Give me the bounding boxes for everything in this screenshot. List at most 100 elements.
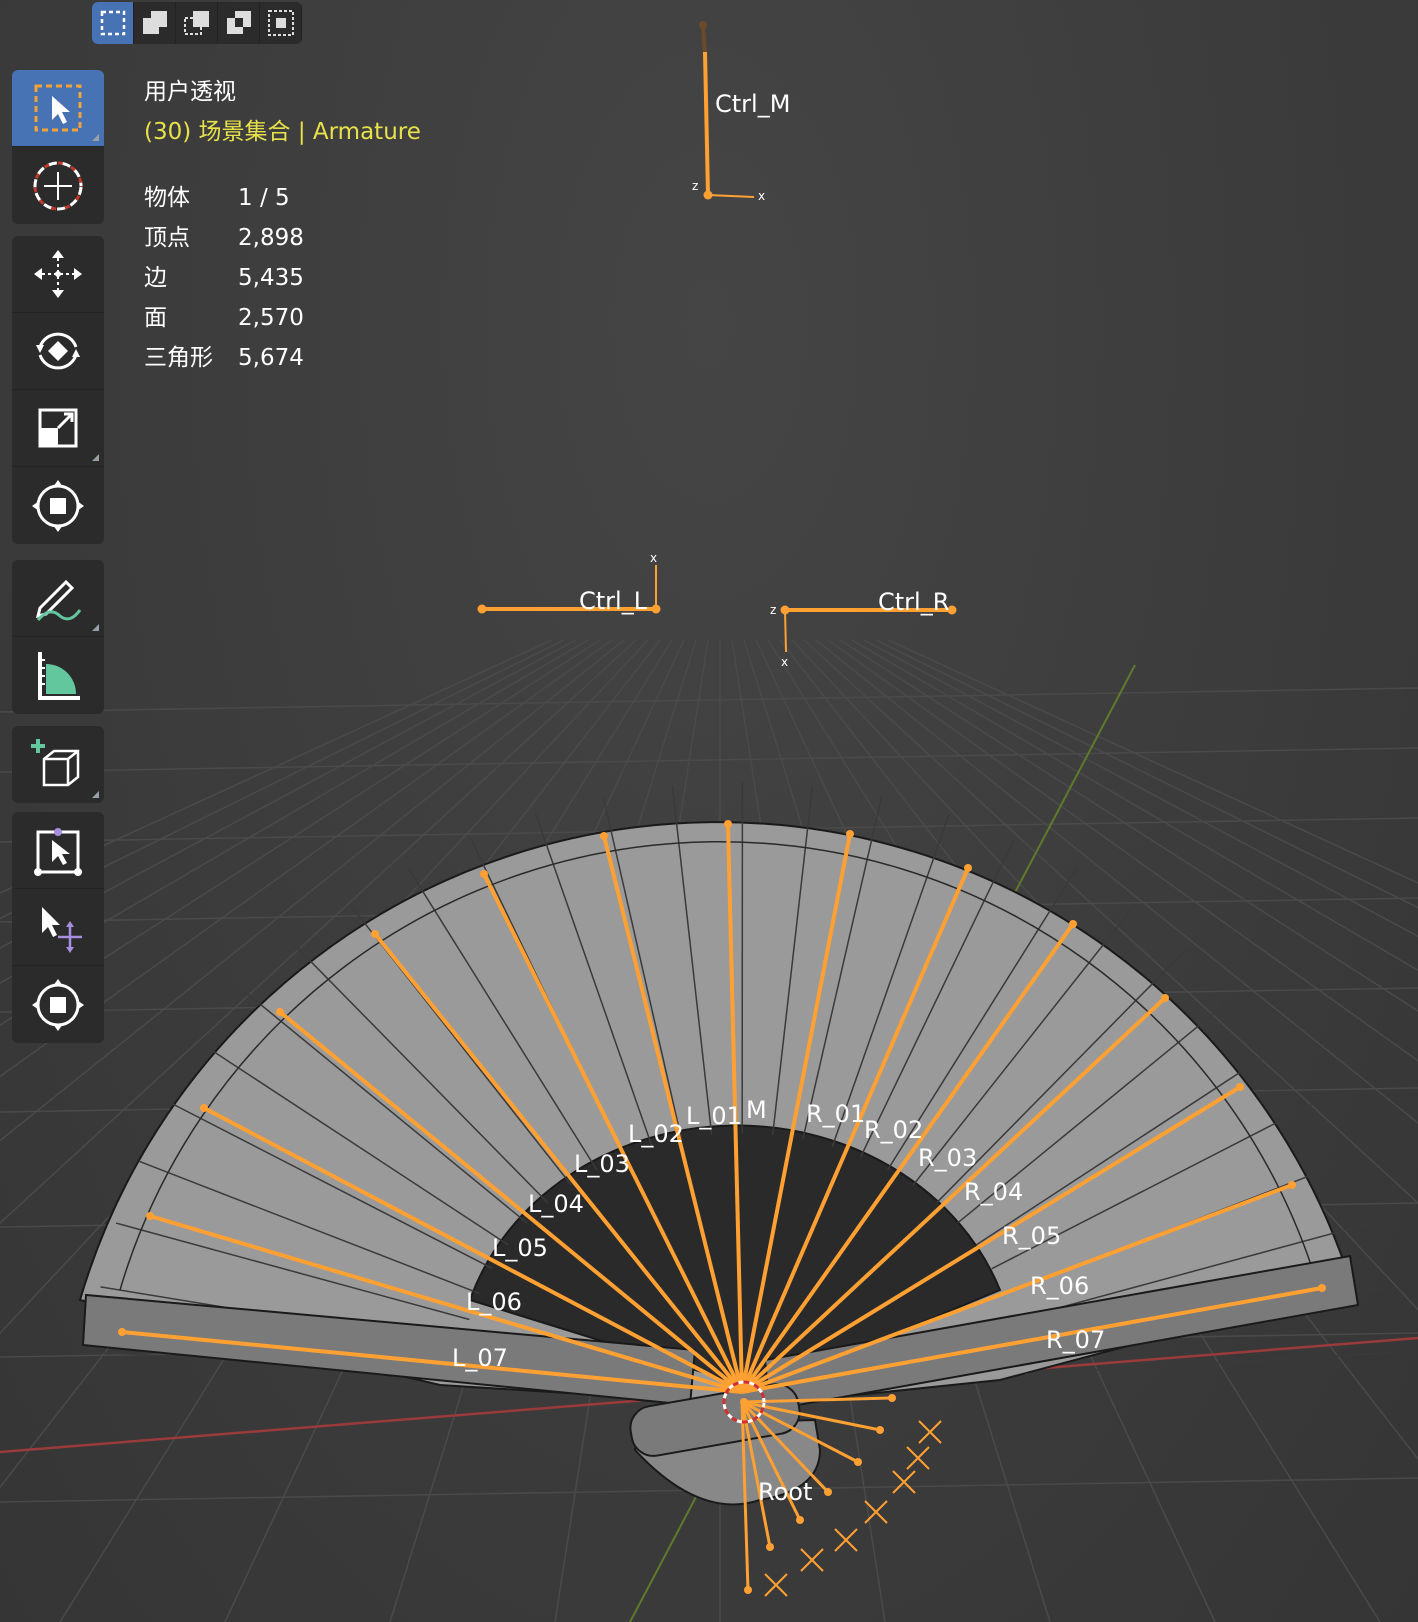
bone-label-l-01: L_01	[686, 1102, 742, 1130]
transform-pose-icon	[32, 978, 84, 1031]
stat-objects: 物体 1 / 5	[144, 178, 290, 212]
stat-value: 2,898	[238, 225, 304, 251]
move-icon	[34, 250, 82, 298]
select-extend-button[interactable]	[134, 2, 176, 44]
axis-letter-z: z	[692, 179, 698, 193]
bone-tail-joint[interactable]	[888, 1394, 896, 1402]
bone-tail-joint[interactable]	[480, 870, 488, 878]
bone-label-r-02: R_02	[864, 1116, 923, 1144]
bone-tail-joint[interactable]	[1161, 994, 1169, 1002]
bone-ctrl-l[interactable]: x Ctrl_L	[477, 551, 661, 615]
constraint-marker	[892, 1470, 916, 1494]
bone-label-l-04: L_04	[528, 1190, 584, 1218]
bone-label-l-02: L_02	[628, 1120, 684, 1148]
axis-letter-x: x	[758, 189, 765, 203]
constraint-marker	[800, 1548, 824, 1572]
stat-label: 顶点	[144, 225, 190, 251]
stat-vertices: 顶点 2,898	[144, 218, 304, 252]
bone-tail-joint[interactable]	[796, 1516, 804, 1524]
bone-tail-joint[interactable]	[854, 1458, 862, 1466]
bone-tail-joint[interactable]	[876, 1426, 884, 1434]
stat-value: 5,435	[238, 265, 304, 291]
stat-faces: 面 2,570	[144, 298, 304, 332]
bone-tail-joint[interactable]	[276, 1008, 284, 1016]
stat-label: 边	[144, 265, 167, 291]
tool-add-cube[interactable]	[12, 726, 104, 803]
tool-rotate[interactable]	[12, 313, 104, 390]
bone-label-ctrl-r: Ctrl_R	[878, 588, 949, 616]
bone-label-root: Root	[758, 1478, 812, 1506]
rotate-icon	[36, 332, 80, 370]
tool-transform-pose[interactable]	[12, 966, 104, 1043]
constraint-marker	[906, 1446, 930, 1470]
bone-label-r-05: R_05	[1002, 1222, 1061, 1250]
grid-line	[0, 687, 1418, 713]
bone-label-r-03: R_03	[918, 1144, 977, 1172]
bone-label-r-04: R_04	[964, 1178, 1023, 1206]
tool-move[interactable]	[12, 236, 104, 313]
select-invert-button[interactable]	[218, 2, 260, 44]
bone-tail-joint[interactable]	[1236, 1083, 1244, 1091]
bone-label-ctrl-m: Ctrl_M	[715, 90, 790, 118]
tool-annotate[interactable]	[12, 560, 104, 637]
stat-value: 1 / 5	[238, 185, 290, 211]
3d-viewport[interactable]: L_01 L_02 L_03 L_04 L_05 L_06 L_07 R_01 R_02 R_03…	[0, 0, 1418, 1622]
constraint-marker	[764, 1573, 788, 1597]
edit-pose-icon	[34, 828, 82, 876]
bone-tail-joint[interactable]	[118, 1328, 126, 1336]
bone-tail-joint[interactable]	[766, 1543, 774, 1551]
cursor-icon	[33, 161, 83, 210]
select-extend-icon	[142, 11, 167, 34]
tool-transform[interactable]	[12, 467, 104, 544]
bone-label-l-07: L_07	[452, 1344, 508, 1372]
constraint-marker	[834, 1528, 858, 1552]
bone-label-m: M	[746, 1096, 767, 1124]
bone-ctrl-r[interactable]: z x Ctrl_R	[770, 588, 957, 669]
bone-tail-joint[interactable]	[146, 1212, 154, 1220]
toolbar-group-transform	[12, 236, 104, 544]
bone-ctrl-m[interactable]: z x Ctrl_M	[692, 21, 790, 203]
bone-tail-joint[interactable]	[744, 1586, 752, 1594]
bone-tail-joint[interactable]	[964, 864, 972, 872]
tool-measure[interactable]	[12, 637, 104, 714]
bone-tail-joint[interactable]	[846, 830, 854, 838]
tool-cursor[interactable]	[12, 147, 104, 224]
toolbar-group-annotate	[12, 560, 104, 714]
select-intersect-button[interactable]	[260, 2, 302, 44]
select-intersect-icon	[267, 10, 294, 36]
tool-scale[interactable]	[12, 390, 104, 467]
bone-tail-joint[interactable]	[1318, 1284, 1326, 1292]
bone-tail-joint[interactable]	[824, 1488, 832, 1496]
bone-label-r-01: R_01	[806, 1100, 865, 1128]
measure-icon	[38, 651, 80, 700]
grid-line	[0, 747, 1418, 773]
bone-tail-joint[interactable]	[1069, 920, 1077, 928]
stat-value: 2,570	[238, 305, 304, 331]
toolbar-group-pose	[12, 812, 104, 1043]
bone-label-l-06: L_06	[466, 1288, 522, 1316]
toolbar-group-add	[12, 726, 104, 803]
view-name: 用户透视	[144, 79, 236, 105]
stat-triangles: 三角形 5,674	[144, 338, 304, 372]
bone-tail-joint[interactable]	[1288, 1181, 1296, 1189]
bone-tail-joint[interactable]	[724, 820, 732, 828]
bone-label-ctrl-l: Ctrl_L	[579, 587, 648, 615]
scale-icon	[38, 408, 78, 448]
select-new-button[interactable]	[92, 2, 134, 44]
select-invert-icon	[226, 11, 251, 34]
collection-info: (30) 场景集合 | Armature	[144, 119, 421, 145]
select-subtract-icon	[183, 11, 209, 35]
axis-letter-x: x	[650, 551, 657, 565]
select-new-icon	[100, 10, 125, 36]
toolbar-group-select	[12, 70, 104, 224]
tool-move-pose[interactable]	[12, 889, 104, 966]
annotate-icon	[35, 579, 82, 622]
stat-value: 5,674	[238, 345, 304, 371]
select-subtract-button[interactable]	[176, 2, 218, 44]
bone-tail-joint[interactable]	[600, 832, 608, 840]
tool-edit-pose[interactable]	[12, 812, 104, 889]
tool-select-box[interactable]	[12, 70, 104, 147]
bone-tail-joint[interactable]	[371, 930, 379, 938]
axis-letter-x: x	[781, 655, 788, 669]
bone-tail-joint[interactable]	[200, 1104, 208, 1112]
